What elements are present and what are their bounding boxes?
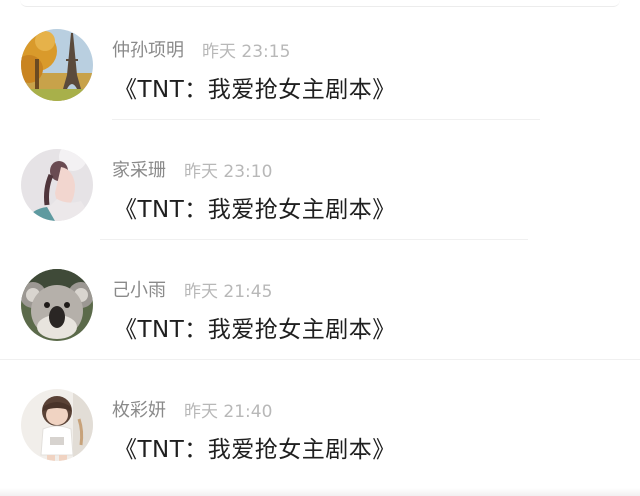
comment-text: 《TNT：我爱抢女主剧本》 <box>114 437 396 463</box>
username[interactable]: 仲孙项明 <box>112 36 184 62</box>
next-card-edge <box>0 488 640 496</box>
comment-meta: 己小雨 昨天 21:45 <box>112 276 273 302</box>
username[interactable]: 枚彩妍 <box>112 396 166 422</box>
girl-ponytail-avatar[interactable] <box>21 149 93 221</box>
comment-text: 《TNT：我爱抢女主剧本》 <box>114 197 396 223</box>
comment-list: 仲孙项明 昨天 23:15 《TNT：我爱抢女主剧本》 家采珊 昨天 23:10… <box>0 0 640 496</box>
comment-text: 《TNT：我爱抢女主剧本》 <box>114 77 396 103</box>
comment-item[interactable]: 家采珊 昨天 23:10 《TNT：我爱抢女主剧本》 <box>0 120 640 240</box>
comment-meta: 家采珊 昨天 23:10 <box>112 156 273 182</box>
username[interactable]: 家采珊 <box>112 156 166 182</box>
username[interactable]: 己小雨 <box>112 276 166 302</box>
comment-meta: 枚彩妍 昨天 21:40 <box>112 396 273 422</box>
timestamp: 昨天 23:15 <box>202 41 291 62</box>
timestamp: 昨天 21:40 <box>184 401 273 422</box>
timestamp: 昨天 23:10 <box>184 161 273 182</box>
timestamp: 昨天 21:45 <box>184 281 273 302</box>
comment-item[interactable]: 枚彩妍 昨天 21:40 《TNT：我爱抢女主剧本》 <box>0 360 640 480</box>
eiffel-tower-autumn-avatar[interactable] <box>21 29 93 101</box>
child-photo-avatar[interactable] <box>21 389 93 461</box>
comment-text: 《TNT：我爱抢女主剧本》 <box>114 317 396 343</box>
comment-item[interactable]: 仲孙项明 昨天 23:15 《TNT：我爱抢女主剧本》 <box>0 0 640 120</box>
koala-avatar[interactable] <box>21 269 93 341</box>
comment-meta: 仲孙项明 昨天 23:15 <box>112 36 291 62</box>
comment-item[interactable]: 己小雨 昨天 21:45 《TNT：我爱抢女主剧本》 <box>0 240 640 360</box>
